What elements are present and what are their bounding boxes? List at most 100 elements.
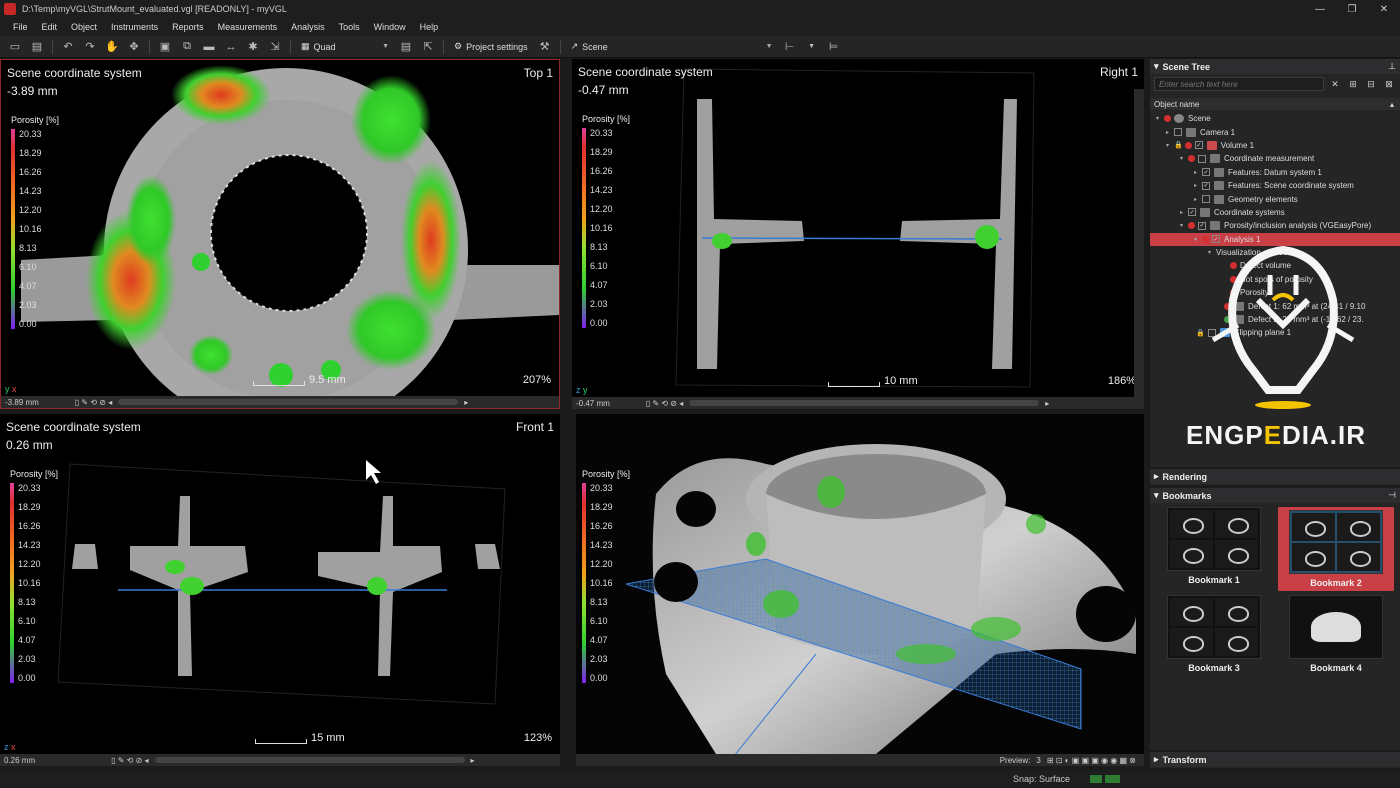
visibility-dot-icon[interactable] — [1188, 222, 1195, 230]
render-tools-icon[interactable]: ⊞ ⊡ ◐ ▣ ▣ ▣ ◉ ◉ ▦ ⊗ — [1047, 756, 1136, 765]
menu-reports[interactable]: Reports — [165, 22, 211, 32]
menu-object[interactable]: Object — [64, 22, 104, 32]
chevron-right-icon[interactable]: ▸ — [471, 756, 475, 765]
slice-value[interactable]: -3.89 mm — [5, 398, 39, 407]
measure-distance-icon[interactable]: ↔ — [222, 38, 240, 56]
bookmark-4[interactable]: Bookmark 4 — [1278, 595, 1394, 673]
menu-tools[interactable]: Tools — [332, 22, 367, 32]
chevron-right-icon[interactable]: ▸ — [1194, 182, 1202, 189]
chevron-down-icon[interactable]: ▾ — [1180, 155, 1188, 162]
pin-icon[interactable]: ⊥ — [1388, 61, 1396, 72]
menu-window[interactable]: Window — [367, 22, 413, 32]
top-view[interactable]: Scene coordinate system Top 1 -3.89 mm P… — [0, 59, 560, 409]
bookmark-3[interactable]: Bookmark 3 — [1156, 595, 1272, 673]
window-layout-icon[interactable]: ▤ — [397, 38, 415, 56]
tree-row-datum-system[interactable]: ▸ ✓ Features: Datum system 1 — [1150, 166, 1400, 179]
chevron-down-icon[interactable]: ▾ — [1156, 115, 1164, 122]
lock-icon[interactable]: 🔒 — [1174, 141, 1183, 149]
visibility-checkbox[interactable]: ✓ — [1194, 141, 1203, 150]
copy-icon[interactable]: ⧉ — [178, 38, 196, 56]
view-tools-icon[interactable]: ▯ ✎ ⟲ ⊘ ◂ — [75, 398, 112, 407]
chevron-down-icon[interactable]: ▾ — [1154, 61, 1159, 72]
tree-row-coordinate-measurement[interactable]: ▾ Coordinate measurement — [1150, 152, 1400, 165]
tree-row-scene[interactable]: ▾ Scene — [1150, 112, 1400, 125]
highlight-icon[interactable]: ✱ — [244, 38, 262, 56]
preview-value[interactable]: 3 — [1036, 756, 1040, 765]
cursor-icon[interactable]: ⇱ — [419, 38, 437, 56]
chevron-down-icon[interactable]: ▾ — [1180, 222, 1188, 229]
menu-instruments[interactable]: Instruments — [104, 22, 165, 32]
visibility-checkbox[interactable] — [1202, 195, 1210, 204]
filter-icon[interactable]: ⊠ — [1382, 77, 1396, 91]
chevron-right-icon[interactable]: ▸ — [1166, 129, 1174, 136]
visibility-checkbox[interactable] — [1174, 128, 1182, 137]
object-tool-icon[interactable]: ▣ — [156, 38, 174, 56]
slice-scrollbar[interactable] — [689, 400, 1040, 406]
front-view[interactable]: Scene coordinate system Front 1 0.26 mm … — [0, 414, 560, 766]
layout-dropdown[interactable]: ▦ Quad ▼ — [297, 39, 393, 55]
transform-header[interactable]: ▸ Transform — [1150, 752, 1400, 767]
chevron-down-icon[interactable]: ▼ — [803, 38, 821, 56]
tree-row-scene-coordinate-system[interactable]: ▸ ✓ Features: Scene coordinate system — [1150, 179, 1400, 192]
chevron-right-icon[interactable]: ▸ — [1180, 209, 1188, 216]
menu-measurements[interactable]: Measurements — [211, 22, 285, 32]
menu-help[interactable]: Help — [413, 22, 446, 32]
new-file-icon[interactable]: ▭ — [6, 38, 24, 56]
slice-value[interactable]: -0.47 mm — [576, 399, 610, 408]
snap-status[interactable]: Snap: Surface — [1013, 774, 1070, 784]
redo-icon[interactable]: ↷ — [81, 38, 99, 56]
view-vertical-toolbar[interactable] — [1134, 89, 1144, 409]
chevron-right-icon[interactable]: ▸ — [1154, 471, 1159, 482]
project-settings-button[interactable]: ⚙ Project settings — [450, 39, 532, 55]
select-tool-icon[interactable]: ✋ — [103, 38, 121, 56]
undo-icon[interactable]: ↶ — [59, 38, 77, 56]
collapse-all-icon[interactable]: ⊟ — [1364, 77, 1378, 91]
restore-button[interactable]: ❐ — [1336, 0, 1368, 18]
visibility-dot-icon[interactable] — [1188, 155, 1195, 163]
annotation-icon[interactable]: ▬ — [200, 38, 218, 56]
view-tools-icon[interactable]: ▯ ✎ ⟲ ⊘ ◂ — [646, 399, 683, 408]
move-tool-icon[interactable]: ✥ — [125, 38, 143, 56]
slice-value[interactable]: 0.26 mm — [4, 756, 35, 765]
slice-scrollbar[interactable] — [118, 399, 459, 405]
visibility-checkbox[interactable]: ✓ — [1188, 208, 1196, 217]
right-view[interactable]: Scene coordinate system Right 1 -0.47 mm… — [572, 59, 1144, 409]
wrench-icon[interactable]: ⚒ — [536, 38, 554, 56]
export-icon[interactable]: ⇲ — [266, 38, 284, 56]
visibility-checkbox[interactable]: ✓ — [1202, 168, 1210, 177]
bookmark-2[interactable]: Bookmark 2 — [1278, 507, 1394, 591]
tree-row-camera[interactable]: ▸ Camera 1 — [1150, 125, 1400, 138]
menu-analysis[interactable]: Analysis — [284, 22, 332, 32]
visibility-dot-icon[interactable] — [1164, 115, 1171, 123]
pin-icon[interactable]: ⊣ — [1388, 490, 1396, 501]
chevron-right-icon[interactable]: ▸ — [1045, 399, 1049, 408]
bookmark-1[interactable]: Bookmark 1 — [1156, 507, 1272, 591]
menu-file[interactable]: File — [6, 22, 35, 32]
rendering-header[interactable]: ▸ Rendering — [1150, 469, 1400, 484]
close-button[interactable]: ✕ — [1368, 0, 1400, 18]
chevron-right-icon[interactable]: ▸ — [1194, 196, 1202, 203]
chevron-right-icon[interactable]: ▸ — [464, 398, 468, 407]
chevron-right-icon[interactable]: ▸ — [1194, 169, 1202, 176]
expand-all-icon[interactable]: ⊞ — [1346, 77, 1360, 91]
scene-tree-search-input[interactable] — [1154, 77, 1324, 91]
visibility-dot-icon[interactable] — [1184, 141, 1192, 149]
menu-edit[interactable]: Edit — [35, 22, 65, 32]
perspective-3d-view[interactable]: Porosity [%] 20.33 18.29 16.26 14.23 12.… — [576, 414, 1144, 766]
visibility-checkbox[interactable]: ✓ — [1202, 181, 1210, 190]
scene-dropdown[interactable]: ↗ Scene ▼ — [567, 39, 777, 55]
minimize-button[interactable]: — — [1304, 0, 1336, 18]
open-folder-icon[interactable]: ▤ — [28, 38, 46, 56]
visibility-checkbox[interactable] — [1198, 154, 1206, 163]
tree-column-header[interactable]: Object name ▴ — [1150, 98, 1400, 110]
align-icon[interactable]: ⊢ — [781, 38, 799, 56]
view-tools-icon[interactable]: ▯ ✎ ⟲ ⊘ ◂ — [111, 756, 148, 765]
chevron-right-icon[interactable]: ▸ — [1154, 754, 1159, 765]
visibility-checkbox[interactable]: ✓ — [1198, 221, 1206, 230]
distribute-icon[interactable]: ⊨ — [825, 38, 843, 56]
slice-scrollbar[interactable] — [154, 757, 465, 763]
clear-search-icon[interactable]: ✕ — [1328, 77, 1342, 91]
chevron-down-icon[interactable]: ▾ — [1166, 142, 1174, 149]
chevron-down-icon[interactable]: ▾ — [1154, 490, 1159, 501]
tree-row-coordinate-systems[interactable]: ▸ ✓ Coordinate systems — [1150, 206, 1400, 219]
